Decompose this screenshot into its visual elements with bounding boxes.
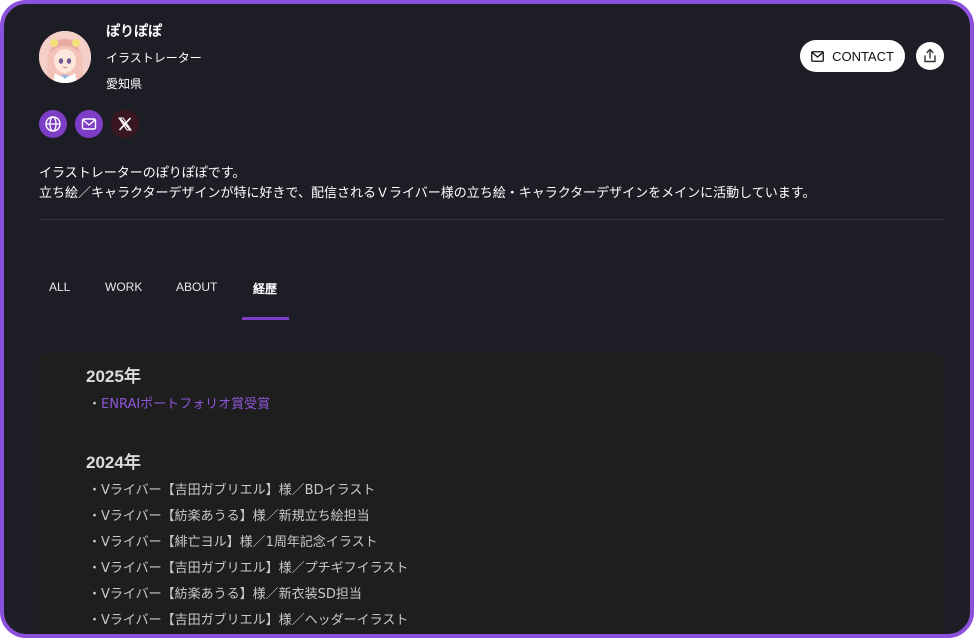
mail-icon bbox=[811, 50, 824, 62]
active-tab-indicator bbox=[242, 317, 289, 320]
website-link[interactable] bbox=[39, 110, 67, 138]
contact-label: CONTACT bbox=[832, 48, 894, 64]
bullet: ・ bbox=[88, 397, 102, 412]
award-link[interactable]: ENRAIポートフォリオ賞受賞 bbox=[101, 397, 270, 412]
contact-button[interactable]: CONTACT bbox=[800, 40, 905, 72]
bullet: ・ bbox=[88, 613, 102, 628]
bullet: ・ bbox=[88, 535, 102, 550]
history-item: ・Vライバー【紡楽あうる】様／新衣装SD担当 bbox=[88, 583, 362, 602]
history-item-text: Vライバー【吉田ガブリエル】様／BDイラスト bbox=[101, 483, 376, 498]
history-item: ・Vライバー【紡楽あうる】様／新規立ち絵担当 bbox=[88, 505, 370, 524]
history-item: ・Vライバー【吉田ガブリエル】様／ヘッダーイラスト bbox=[88, 609, 408, 628]
divider bbox=[39, 219, 944, 220]
profile-page: ぽりぽぽ イラストレーター 愛知県 CONTACT イラストレーターのぽりぽぽで… bbox=[0, 0, 974, 638]
share-upload-icon bbox=[924, 48, 936, 63]
history-item-text: Vライバー【紡楽あうる】様／新規立ち絵担当 bbox=[101, 509, 370, 524]
bullet: ・ bbox=[88, 561, 102, 576]
mail-icon bbox=[81, 118, 97, 130]
history-item-text: Vライバー【吉田ガブリエル】様／ヘッダーイラスト bbox=[101, 613, 409, 628]
avatar-illustration-icon bbox=[39, 31, 91, 83]
history-item: ・ENRAIポートフォリオ賞受賞 bbox=[88, 393, 270, 412]
profile-location: 愛知県 bbox=[106, 77, 143, 91]
profile-name: ぽりぽぽ bbox=[106, 24, 162, 40]
bio-line: イラストレーターのぽりぽぽです。 bbox=[39, 166, 246, 181]
x-logo-icon bbox=[118, 117, 132, 131]
history-item: ・Vライバー【吉田ガブリエル】様／BDイラスト bbox=[88, 479, 375, 498]
globe-icon bbox=[45, 116, 61, 132]
history-item: ・Vライバー【吉田ガブリエル】様／プチギフイラスト bbox=[88, 557, 408, 576]
tab-all[interactable]: ALL bbox=[49, 280, 70, 294]
bullet: ・ bbox=[88, 509, 102, 524]
history-item-text: Vライバー【緋亡ヨル】様／1周年記念イラスト bbox=[101, 535, 378, 550]
bio-line: 立ち絵／キャラクターデザインが特に好きで、配信されるＶライバー様の立ち絵・キャラ… bbox=[39, 186, 816, 201]
bullet: ・ bbox=[88, 587, 102, 602]
share-button[interactable] bbox=[916, 42, 944, 70]
profile-role: イラストレーター bbox=[106, 51, 202, 65]
bullet: ・ bbox=[88, 483, 102, 498]
history-item-text: Vライバー【紡楽あうる】様／新衣装SD担当 bbox=[101, 587, 362, 602]
year-heading: 2025年 bbox=[86, 367, 141, 386]
x-link[interactable] bbox=[111, 110, 139, 138]
history-item-text: Vライバー【吉田ガブリエル】様／プチギフイラスト bbox=[101, 561, 409, 576]
tab-work[interactable]: WORK bbox=[105, 280, 142, 294]
tab-about[interactable]: ABOUT bbox=[176, 280, 217, 294]
avatar[interactable] bbox=[39, 31, 91, 83]
tab-history[interactable]: 経歴 bbox=[253, 280, 277, 297]
profile-bio: イラストレーターのぽりぽぽです。 立ち絵／キャラクターデザインが特に好きで、配信… bbox=[39, 164, 816, 204]
email-link[interactable] bbox=[75, 110, 103, 138]
history-item: ・Vライバー【緋亡ヨル】様／1周年記念イラスト bbox=[88, 531, 378, 550]
year-heading: 2024年 bbox=[86, 453, 141, 472]
